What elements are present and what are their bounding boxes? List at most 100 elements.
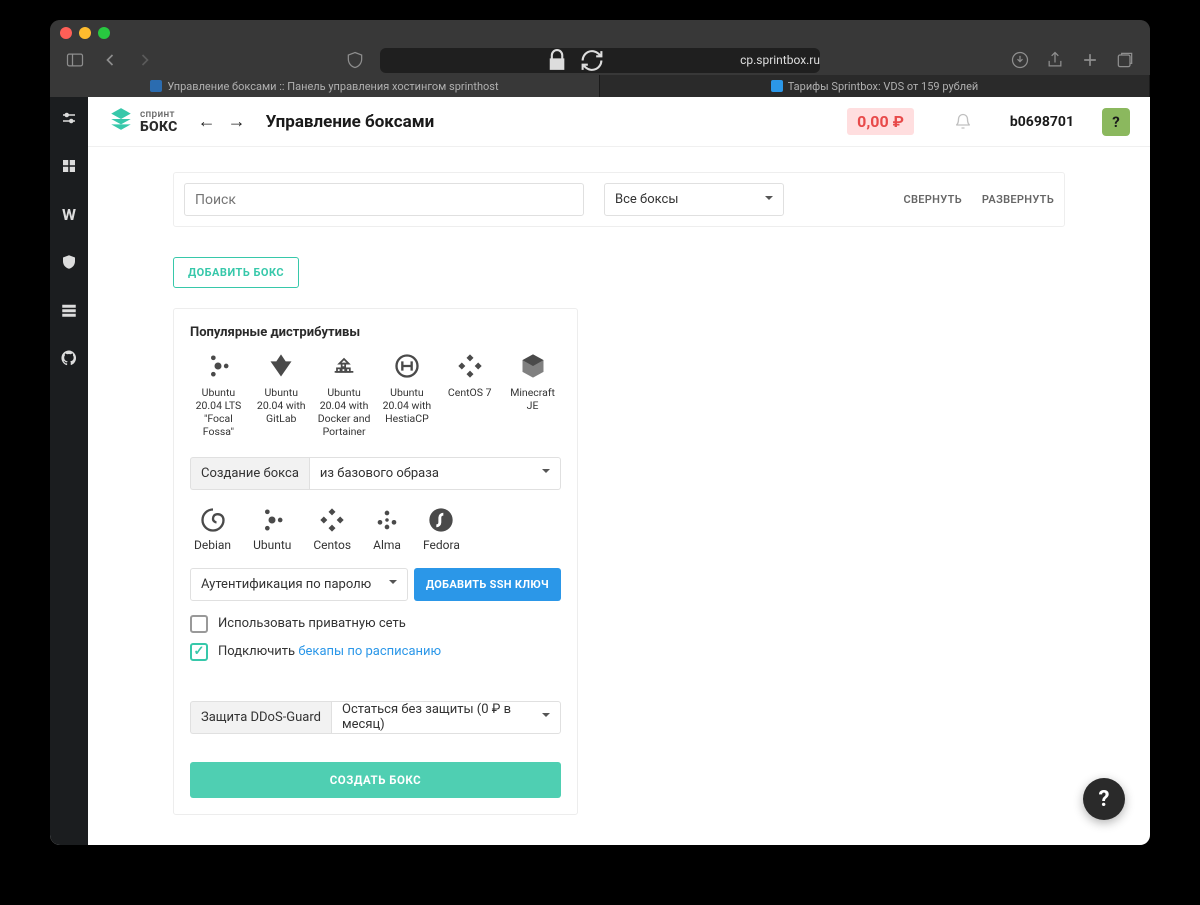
tabs-overview-icon[interactable] <box>1115 50 1135 70</box>
centos-icon <box>456 352 484 380</box>
browser-toolbar: cp.sprintbox.ru <box>50 45 1150 75</box>
distro-label: CentOS 7 <box>448 386 492 399</box>
distro-centos[interactable]: CentOS 7 <box>441 352 498 439</box>
sidebar-w-icon[interactable]: W <box>60 205 78 223</box>
search-row: Все боксы СВЕРНУТЬ РАЗВЕРНУТЬ <box>173 172 1065 227</box>
username[interactable]: b0698701 <box>1010 114 1074 130</box>
create-box-button[interactable]: СОЗДАТЬ БОКС <box>190 762 561 798</box>
minecraft-icon <box>519 352 547 380</box>
add-ssh-button[interactable]: ДОБАВИТЬ SSH КЛЮЧ <box>414 568 561 601</box>
create-from-row: Создание бокса из базового образа <box>190 457 561 490</box>
auth-row: Аутентификация по паролю ДОБАВИТЬ SSH КЛ… <box>190 568 561 601</box>
centos-icon <box>318 506 346 534</box>
collapse-button[interactable]: СВЕРНУТЬ <box>904 193 962 206</box>
bell-icon[interactable] <box>954 113 972 131</box>
shield-icon[interactable] <box>345 50 365 70</box>
nav-forward-icon[interactable]: → <box>228 111 246 132</box>
checkbox-checked-icon <box>190 643 208 661</box>
distro-ubuntu-gitlab[interactable]: Ubuntu 20.04 with GitLab <box>253 352 310 439</box>
create-from-select[interactable]: из базового образа <box>309 457 561 490</box>
os-label: Alma <box>373 538 401 552</box>
new-tab-icon[interactable] <box>1080 50 1100 70</box>
sidebar-toggle-icon[interactable] <box>65 50 85 70</box>
reload-icon[interactable] <box>372 48 812 73</box>
ddos-select[interactable]: Остаться без защиты (0 ₽ в месяц) <box>331 701 561 734</box>
back-icon[interactable] <box>100 50 120 70</box>
os-label: Debian <box>194 538 231 552</box>
create-from-label: Создание бокса <box>190 457 309 490</box>
logo[interactable]: спринтБОКС <box>108 106 178 137</box>
minimize-window-icon[interactable] <box>79 27 91 39</box>
os-label: Centos <box>313 538 351 552</box>
favicon-icon <box>771 80 783 92</box>
auth-select[interactable]: Аутентификация по паролю <box>190 568 408 601</box>
checkbox-label: Подключить бекапы по расписанию <box>218 644 441 659</box>
distro-minecraft[interactable]: Minecraft JE <box>504 352 561 439</box>
os-fedora[interactable]: Fedora <box>423 506 460 552</box>
browser-tab-1[interactable]: Тарифы Sprintbox: VDS от 159 рублей <box>600 75 1150 97</box>
nav-back-icon[interactable]: ← <box>198 111 216 132</box>
body: Все боксы СВЕРНУТЬ РАЗВЕРНУТЬ ДОБАВИТЬ Б… <box>88 147 1150 840</box>
sidebar-grid-icon[interactable] <box>60 157 78 175</box>
close-window-icon[interactable] <box>60 27 72 39</box>
sidebar-shield-icon[interactable] <box>60 253 78 271</box>
browser-window: cp.sprintbox.ru Управление боксами :: Па… <box>50 20 1150 845</box>
downloads-icon[interactable] <box>1010 50 1030 70</box>
os-label: Fedora <box>423 538 460 552</box>
balance-badge[interactable]: 0,00 ₽ <box>847 108 914 135</box>
os-alma[interactable]: Alma <box>373 506 401 552</box>
sidebar-sliders-icon[interactable] <box>60 109 78 127</box>
page-title: Управление боксами <box>266 112 435 132</box>
browser-tab-0[interactable]: Управление боксами :: Панель управления … <box>50 75 600 97</box>
distro-label: Minecraft JE <box>510 386 555 412</box>
favicon-icon <box>150 80 162 92</box>
ubuntu-icon <box>258 506 286 534</box>
expand-button[interactable]: РАЗВЕРНУТЬ <box>982 193 1054 206</box>
browser-tabs: Управление боксами :: Панель управления … <box>50 75 1150 97</box>
docker-icon <box>330 352 358 380</box>
nav-arrows: ← → <box>198 111 246 132</box>
os-centos[interactable]: Centos <box>313 506 351 552</box>
traffic-lights <box>60 27 110 39</box>
distro-ubuntu-docker[interactable]: Ubuntu 20.04 with Docker and Portainer <box>316 352 373 439</box>
help-fab[interactable]: ? <box>1083 778 1125 820</box>
sidebar-github-icon[interactable] <box>60 349 78 367</box>
os-debian[interactable]: Debian <box>194 506 231 552</box>
debian-icon <box>199 506 227 534</box>
distro-label: Ubuntu 20.04 with GitLab <box>257 386 306 425</box>
private-net-checkbox[interactable]: Использовать приватную сеть <box>190 615 561 633</box>
fedora-icon <box>427 506 455 534</box>
search-input[interactable] <box>184 183 584 216</box>
forward-icon[interactable] <box>135 50 155 70</box>
ubuntu-icon <box>204 352 232 380</box>
sidebar-storage-icon[interactable] <box>60 301 78 319</box>
hestia-icon <box>393 352 421 380</box>
app-sidebar: W <box>50 97 88 845</box>
logo-text: спринтБОКС <box>140 110 178 134</box>
tab-label: Тарифы Sprintbox: VDS от 159 рублей <box>788 80 979 93</box>
filter-select[interactable]: Все боксы <box>604 183 784 216</box>
popular-distros: Ubuntu 20.04 LTS "Focal Fossa" Ubuntu 20… <box>190 352 561 439</box>
main-area: спринтБОКС ← → Управление боксами 0,00 ₽… <box>88 97 1150 845</box>
url-bar[interactable]: cp.sprintbox.ru <box>380 48 820 73</box>
alma-icon <box>373 506 401 534</box>
share-icon[interactable] <box>1045 50 1065 70</box>
add-box-button[interactable]: ДОБАВИТЬ БОКС <box>173 257 299 288</box>
checkbox-label: Использовать приватную сеть <box>218 616 406 631</box>
distro-ubuntu-hestia[interactable]: Ubuntu 20.04 with HestiaCP <box>378 352 435 439</box>
create-box-panel: Популярные дистрибутивы Ubuntu 20.04 LTS… <box>173 308 578 815</box>
logo-icon <box>108 106 134 137</box>
backups-link[interactable]: бекапы по расписанию <box>298 644 441 659</box>
maximize-window-icon[interactable] <box>98 27 110 39</box>
os-ubuntu[interactable]: Ubuntu <box>253 506 291 552</box>
app-header: спринтБОКС ← → Управление боксами 0,00 ₽… <box>88 97 1150 147</box>
distro-label: Ubuntu 20.04 with HestiaCP <box>383 386 432 425</box>
os-row: Debian Ubuntu Centos Alma Fedora <box>190 506 561 552</box>
backups-checkbox[interactable]: Подключить бекапы по расписанию <box>190 643 561 661</box>
distros-title: Популярные дистрибутивы <box>190 325 561 340</box>
page-content: W спринтБОКС ← → Управление боксами 0,00… <box>50 97 1150 845</box>
gitlab-icon <box>267 352 295 380</box>
distro-label: Ubuntu 20.04 LTS "Focal Fossa" <box>196 386 242 438</box>
avatar[interactable]: ? <box>1102 108 1130 136</box>
distro-ubuntu-focal[interactable]: Ubuntu 20.04 LTS "Focal Fossa" <box>190 352 247 439</box>
